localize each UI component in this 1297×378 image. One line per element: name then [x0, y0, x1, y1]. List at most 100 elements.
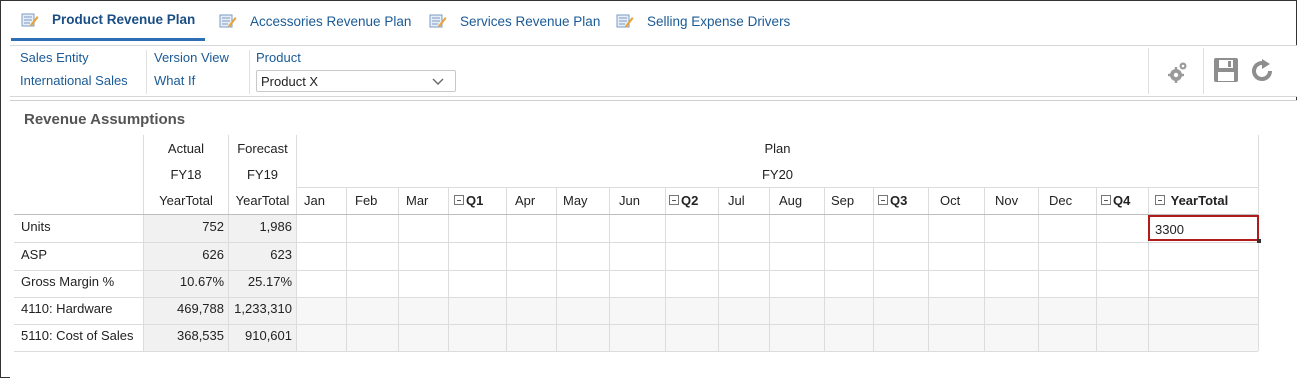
tab-label: Accessories Revenue Plan [250, 13, 412, 29]
header-q2[interactable]: Q2 [669, 193, 698, 208]
sales-entity-value[interactable]: International Sales [20, 73, 128, 88]
cell-gross-margin-actual: 10.67% [179, 274, 224, 289]
grid-line [824, 187, 825, 351]
header-apr: Apr [515, 193, 536, 208]
version-value[interactable]: What If [154, 73, 195, 88]
header-plan: Plan [764, 141, 791, 156]
fill-handle[interactable] [1257, 239, 1261, 243]
cell-asp-actual: 626 [202, 247, 224, 262]
grid-line [1038, 187, 1039, 351]
header-jan: Jan [304, 193, 325, 208]
form-icon [21, 12, 39, 28]
tab-product-revenue-plan[interactable]: Product Revenue Plan [11, 1, 205, 41]
row-label-cost-of-sales: 5110: Cost of Sales [21, 328, 134, 343]
tab-selling-expense-drivers[interactable]: Selling Expense Drivers [616, 1, 790, 41]
product-select[interactable]: Product X [256, 70, 456, 92]
refresh-icon[interactable] [1250, 59, 1276, 86]
header-q4[interactable]: Q4 [1101, 193, 1130, 208]
tab-services-revenue-plan[interactable]: Services Revenue Plan [429, 1, 600, 41]
version-label[interactable]: Version View [154, 50, 229, 65]
collapse-icon[interactable] [1155, 195, 1165, 205]
grid-line [448, 187, 449, 351]
header-yeartotal-actual: YearTotal [159, 193, 213, 208]
grid-line [1096, 187, 1097, 351]
units-yeartotal-input[interactable]: 3300 [1148, 215, 1261, 243]
pov-divider [249, 50, 250, 94]
chevron-down-icon [431, 74, 445, 88]
header-feb: Feb [355, 193, 378, 208]
product-select-value: Product X [261, 74, 319, 89]
grid-line [1258, 135, 1259, 351]
grid-title: Revenue Assumptions [24, 111, 186, 128]
cell-units-forecast: 1,986 [259, 219, 292, 234]
collapse-icon[interactable] [1101, 195, 1111, 205]
header-may: May [563, 193, 588, 208]
grid-line [984, 187, 985, 351]
header-q3[interactable]: Q3 [878, 193, 907, 208]
header-mar: Mar [406, 193, 429, 208]
header-fy20: FY20 [761, 167, 794, 182]
grid-line [769, 187, 770, 351]
row-label-asp: ASP [21, 247, 48, 262]
header-aug: Aug [779, 193, 803, 208]
grid-line [14, 297, 1258, 298]
collapse-icon[interactable] [669, 195, 679, 205]
app-frame: Product Revenue Plan Accessories Revenue… [0, 0, 1297, 378]
tab-bar: Product Revenue Plan Accessories Revenue… [1, 1, 1296, 41]
tab-label: Services Revenue Plan [460, 13, 601, 29]
pov-bar: Sales Entity International Sales Version… [10, 45, 1297, 97]
form-icon [429, 13, 447, 29]
collapse-icon[interactable] [878, 195, 888, 205]
form-icon [616, 13, 634, 29]
units-yeartotal-value: 3300 [1155, 222, 1184, 237]
grid-line [1148, 187, 1149, 351]
collapse-icon[interactable] [454, 195, 464, 205]
header-actual: Actual [167, 141, 205, 156]
header-fy19: FY19 [246, 167, 279, 182]
tab-label: Product Revenue Plan [52, 12, 196, 27]
header-yeartotal-plan[interactable]: YearTotal [1155, 193, 1228, 208]
grid-line [346, 187, 347, 351]
sales-entity-label[interactable]: Sales Entity [20, 50, 89, 65]
grid-line [718, 187, 719, 351]
grid-line [296, 187, 1258, 188]
save-icon[interactable] [1213, 57, 1239, 86]
tab-accessories-revenue-plan[interactable]: Accessories Revenue Plan [219, 1, 411, 41]
grid-line [398, 187, 399, 351]
header-forecast: Forecast [237, 141, 288, 156]
product-label: Product [256, 50, 301, 65]
cell-hardware-actual: 469,788 [177, 301, 224, 316]
cell-cost-of-sales-actual: 368,535 [177, 328, 224, 343]
pov-divider [146, 50, 147, 94]
cell-cost-of-sales-forecast: 910,601 [245, 328, 292, 343]
header-jun: Jun [619, 193, 640, 208]
grid-line [14, 242, 1258, 243]
row-label-gross-margin: Gross Margin % [21, 274, 115, 289]
row-label-units: Units [21, 219, 51, 234]
cell-asp-forecast: 623 [270, 247, 292, 262]
grid-line [928, 187, 929, 351]
header-oct: Oct [940, 193, 961, 208]
toolbar-divider [1203, 48, 1204, 94]
gear-icon[interactable] [1167, 60, 1189, 87]
header-yeartotal-forecast: YearTotal [235, 193, 290, 208]
header-sep: Sep [831, 193, 855, 208]
header-fy18: FY18 [170, 167, 202, 182]
toolbar-divider [1148, 48, 1149, 94]
grid-line [556, 187, 557, 351]
cell-gross-margin-forecast: 25.17% [247, 274, 292, 289]
header-dec: Dec [1049, 193, 1073, 208]
header-jul: Jul [728, 193, 745, 208]
grid-line [14, 351, 1258, 352]
grid-line [14, 270, 1258, 271]
header-q1[interactable]: Q1 [454, 193, 483, 208]
grid-panel: Revenue Assumptions Actual Forecast Plan… [10, 100, 1297, 378]
cell-units-actual: 752 [202, 219, 224, 234]
tab-label: Selling Expense Drivers [647, 13, 791, 29]
grid-line [665, 187, 666, 351]
header-nov: Nov [995, 193, 1019, 208]
grid-line [14, 214, 1258, 215]
row-label-hardware: 4110: Hardware [21, 301, 113, 316]
grid-line [14, 324, 1258, 325]
grid-line [506, 187, 507, 351]
